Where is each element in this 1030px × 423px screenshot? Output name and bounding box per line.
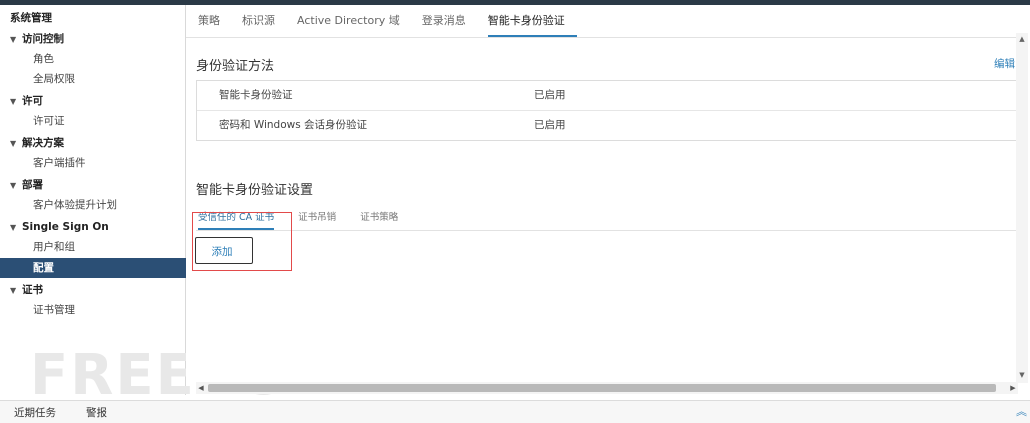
table-row: 密码和 Windows 会话身份验证 已启用 <box>197 111 1017 140</box>
scroll-up-icon[interactable]: ▲ <box>1016 35 1028 43</box>
edit-link[interactable]: 编辑 <box>994 56 1015 71</box>
subtab-divider <box>196 230 1016 231</box>
sidebar-group-label: 证书 <box>22 284 43 296</box>
sidebar-group-label: 访问控制 <box>22 33 64 45</box>
sidebar-group-deployment[interactable]: ▼ 部署 <box>0 175 195 195</box>
scroll-right-icon[interactable]: ▶ <box>1008 382 1018 394</box>
sidebar-title: 系统管理 <box>10 12 52 24</box>
auth-method-name: 智能卡身份验证 <box>219 89 293 101</box>
auth-method-status: 已启用 <box>534 89 566 101</box>
chevron-down-icon: ▼ <box>10 181 17 190</box>
sidebar-group-licensing[interactable]: ▼ 许可 <box>0 91 195 111</box>
double-chevron-up-icon[interactable]: ︽ <box>1016 403 1027 419</box>
sidebar-group-certificates[interactable]: ▼ 证书 <box>0 280 195 300</box>
subtab-certificate-revocation[interactable]: 证书吊销 <box>298 210 336 230</box>
table-row: 智能卡身份验证 已启用 <box>197 81 1017 111</box>
sidebar-group-sso[interactable]: ▼ Single Sign On <box>0 217 195 237</box>
tab-smart-card-authentication[interactable]: 智能卡身份验证 <box>487 9 577 37</box>
alarms-button[interactable]: 警报 <box>86 405 107 420</box>
auth-methods-title: 身份验证方法 <box>196 59 275 74</box>
sidebar-group-label: 部署 <box>22 179 43 191</box>
tab-policies[interactable]: 策略 <box>198 9 232 37</box>
vertical-scrollbar[interactable]: ▲ ▼ <box>1016 33 1028 383</box>
horizontal-scrollbar[interactable]: ◀ ▶ <box>196 382 1018 394</box>
bottom-status-bar: 近期任务 警报 ︽ <box>0 400 1030 423</box>
chevron-down-icon: ▼ <box>10 97 17 106</box>
recent-tasks-button[interactable]: 近期任务 <box>14 405 56 420</box>
scroll-left-icon[interactable]: ◀ <box>196 382 206 394</box>
sidebar-group-label: Single Sign On <box>22 221 109 233</box>
horizontal-scroll-thumb[interactable] <box>208 384 996 392</box>
sidebar-group-label: 解决方案 <box>22 137 64 149</box>
subtab-certificate-policies[interactable]: 证书策略 <box>360 210 398 230</box>
sidebar: 系统管理 ▼ 访问控制 角色 全局权限 ▼ 许可 许可证 ▼ 解决方案 客户端插件 ▼… <box>0 5 218 395</box>
chevron-down-icon: ▼ <box>10 223 17 232</box>
sidebar-group-access-control[interactable]: ▼ 访问控制 <box>0 29 195 49</box>
chevron-down-icon: ▼ <box>10 35 17 44</box>
chevron-down-icon: ▼ <box>10 286 17 295</box>
auth-method-status: 已启用 <box>534 119 566 131</box>
smartcard-settings-title: 智能卡身份验证设置 <box>196 183 314 198</box>
main-panel: 策略 标识源 Active Directory 域 登录消息 智能卡身份验证 身… <box>186 5 1018 385</box>
tab-active-directory-domain[interactable]: Active Directory 域 <box>297 9 412 37</box>
chevron-down-icon: ▼ <box>10 139 17 148</box>
tab-login-message[interactable]: 登录消息 <box>422 9 478 37</box>
tab-divider <box>186 37 1016 38</box>
auth-methods-table: 智能卡身份验证 已启用 密码和 Windows 会话身份验证 已启用 <box>196 80 1018 141</box>
tab-identity-sources[interactable]: 标识源 <box>242 9 287 37</box>
auth-method-name: 密码和 Windows 会话身份验证 <box>219 119 368 131</box>
scroll-down-icon[interactable]: ▼ <box>1016 371 1028 379</box>
top-tab-bar: 策略 标识源 Active Directory 域 登录消息 智能卡身份验证 <box>198 9 587 37</box>
sidebar-group-label: 许可 <box>22 95 43 107</box>
sidebar-group-solutions[interactable]: ▼ 解决方案 <box>0 133 195 153</box>
annotation-highlight-box <box>192 212 292 271</box>
